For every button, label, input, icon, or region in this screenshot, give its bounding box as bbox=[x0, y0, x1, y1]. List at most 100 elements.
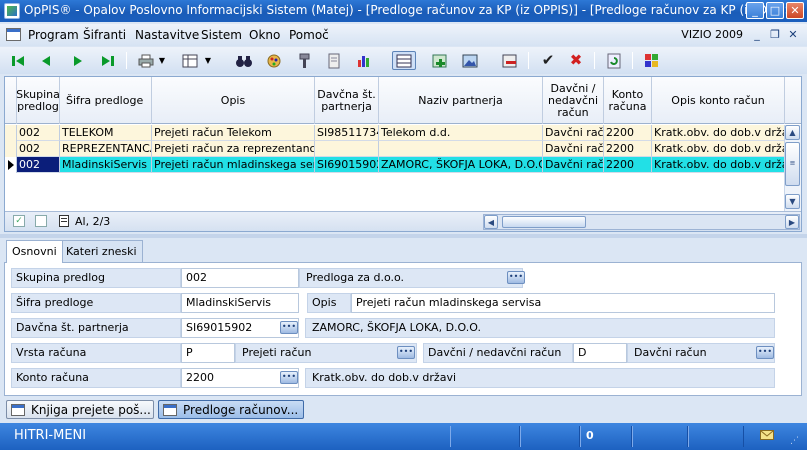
cell-davcni[interactable]: Davčni račun bbox=[543, 141, 604, 157]
cell-davcna[interactable] bbox=[315, 141, 379, 157]
cell-konto[interactable]: 2200 bbox=[604, 125, 652, 141]
columns-icon[interactable] bbox=[180, 51, 200, 70]
column-header-skupina[interactable]: Skupina predlog bbox=[16, 77, 60, 124]
cell-sifra[interactable]: REPREZENTANCA bbox=[60, 141, 152, 157]
horizontal-scroll-thumb[interactable] bbox=[502, 216, 586, 228]
cell-naziv[interactable]: Telekom d.d. bbox=[379, 125, 543, 141]
cell-davcna[interactable]: SI69015902 bbox=[315, 157, 379, 173]
columns-dropdown-icon[interactable]: ▼ bbox=[202, 51, 214, 70]
maximize-button[interactable]: □ bbox=[766, 2, 784, 19]
opis-input[interactable]: Prejeti račun mladinskega servisa bbox=[351, 293, 775, 313]
delete-record-icon[interactable] bbox=[500, 51, 520, 70]
cancel-icon[interactable]: ✖ bbox=[566, 51, 586, 70]
cell-opis-konto[interactable]: Kratk.obv. do dob.v državi bbox=[652, 125, 785, 141]
prev-record-icon[interactable] bbox=[36, 51, 56, 70]
last-record-icon[interactable] bbox=[98, 51, 118, 70]
scroll-up-button[interactable]: ▲ bbox=[785, 125, 800, 140]
print-dropdown-icon[interactable]: ▼ bbox=[156, 51, 168, 70]
menu-sistem[interactable]: Sistem bbox=[201, 28, 242, 42]
menu-pomoc[interactable]: Pomoč bbox=[289, 28, 329, 42]
scroll-left-button[interactable]: ◀ bbox=[484, 215, 498, 229]
konto-lookup-button[interactable]: ••• bbox=[280, 371, 298, 384]
vertical-scrollbar[interactable]: ▲ ≡ ▼ bbox=[784, 125, 801, 211]
cell-opis-konto[interactable]: Kratk.obv. do dob.v državi bbox=[652, 157, 785, 173]
first-record-icon[interactable] bbox=[8, 51, 28, 70]
add-record-icon[interactable] bbox=[430, 51, 450, 70]
column-header-opis[interactable]: Opis bbox=[152, 77, 315, 124]
check-all-icon[interactable]: ✓ bbox=[13, 215, 25, 227]
cell-davcni[interactable]: Davčni račun bbox=[543, 157, 604, 173]
cell-opis[interactable]: Prejeti račun za reprezentanco bbox=[152, 141, 315, 157]
mail-icon[interactable] bbox=[760, 430, 774, 440]
tab-kateri-zneski[interactable]: Kateri zneski bbox=[60, 240, 143, 262]
column-header-konto[interactable]: Konto računa bbox=[604, 77, 652, 124]
palette-icon[interactable] bbox=[642, 51, 662, 70]
column-header-sifra[interactable]: Šifra predloge bbox=[60, 77, 152, 124]
vrsta-lookup-button[interactable]: ••• bbox=[397, 346, 415, 359]
scroll-down-button[interactable]: ▼ bbox=[785, 194, 800, 209]
confirm-icon[interactable]: ✔ bbox=[538, 51, 558, 70]
column-header-opis-konto[interactable]: Opis konto račun bbox=[652, 77, 785, 124]
image-icon[interactable] bbox=[460, 51, 480, 70]
next-record-icon[interactable] bbox=[68, 51, 88, 70]
menu-program[interactable]: Program bbox=[28, 28, 79, 42]
quick-menu-label[interactable]: HITRI-MENI bbox=[14, 428, 86, 443]
child-close-button[interactable]: ✕ bbox=[786, 28, 800, 42]
column-header-davcni[interactable]: Davčni / nedavčni račun bbox=[543, 77, 604, 124]
row-header[interactable] bbox=[5, 125, 17, 141]
tab-osnovni[interactable]: Osnovni bbox=[6, 240, 63, 263]
document-icon[interactable] bbox=[324, 51, 344, 70]
close-button[interactable]: ✕ bbox=[786, 2, 804, 19]
binoculars-icon[interactable] bbox=[234, 51, 254, 70]
cell-skupina[interactable]: 002 bbox=[17, 141, 60, 157]
vrsta-input[interactable]: P bbox=[181, 343, 235, 363]
child-restore-button[interactable]: ❐ bbox=[768, 28, 782, 42]
row-pointer-icon[interactable] bbox=[5, 157, 17, 173]
cell-davcna[interactable]: SI98511734 bbox=[315, 125, 379, 141]
minimize-button[interactable]: _ bbox=[746, 2, 764, 19]
menu-nastavitve[interactable]: Nastavitve bbox=[135, 28, 199, 42]
menu-sifranti[interactable]: Šifranti bbox=[83, 28, 126, 42]
davcni-lookup-button[interactable]: ••• bbox=[756, 346, 774, 359]
horizontal-scrollbar[interactable]: ◀ ▶ bbox=[483, 214, 800, 230]
grid-view-icon[interactable] bbox=[392, 51, 416, 70]
child-minimize-button[interactable]: _ bbox=[750, 28, 764, 42]
tools-icon[interactable] bbox=[294, 51, 314, 70]
cell-sifra[interactable]: TELEKOM bbox=[60, 125, 152, 141]
window-menu-icon[interactable] bbox=[6, 28, 21, 41]
column-header-davcna[interactable]: Davčna št. partnerja bbox=[315, 77, 379, 124]
splitter[interactable] bbox=[0, 234, 807, 238]
sifra-input[interactable]: MladinskiServis bbox=[181, 293, 299, 313]
cell-davcni[interactable]: Davčni račun bbox=[543, 125, 604, 141]
cell-skupina[interactable]: 002 bbox=[17, 157, 60, 173]
cell-skupina[interactable]: 002 bbox=[17, 125, 60, 141]
cell-opis[interactable]: Prejeti račun mladinskega servisa bbox=[152, 157, 315, 173]
cell-sifra[interactable]: MladinskiServis bbox=[60, 157, 152, 173]
cell-opis[interactable]: Prejeti račun Telekom bbox=[152, 125, 315, 141]
scroll-thumb[interactable]: ≡ bbox=[785, 142, 800, 186]
column-header-naziv[interactable]: Naziv partnerja bbox=[379, 77, 543, 124]
table-row[interactable]: 002 TELEKOM Prejeti račun Telekom SI9851… bbox=[5, 125, 785, 141]
skupina-lookup-button[interactable]: ••• bbox=[507, 271, 525, 284]
print-icon[interactable] bbox=[136, 51, 156, 70]
cell-konto[interactable]: 2200 bbox=[604, 141, 652, 157]
chart-icon[interactable] bbox=[354, 51, 374, 70]
skupina-input[interactable]: 002 bbox=[181, 268, 299, 288]
window-tab-knjiga[interactable]: Knjiga prejete poš... bbox=[6, 400, 154, 419]
cell-naziv[interactable]: ZAMORC, ŠKOFJA LOKA, D.O.O. bbox=[379, 157, 543, 173]
cell-konto[interactable]: 2200 bbox=[604, 157, 652, 173]
davcna-lookup-button[interactable]: ••• bbox=[280, 321, 298, 334]
table-row[interactable]: 002 REPREZENTANCA Prejeti račun za repre… bbox=[5, 141, 785, 157]
resize-grip-icon[interactable]: ⋰ bbox=[790, 436, 799, 446]
uncheck-all-icon[interactable] bbox=[35, 215, 47, 227]
window-tab-predloge[interactable]: Predloge računov... bbox=[158, 400, 304, 419]
filter-icon[interactable] bbox=[264, 51, 284, 70]
davcni-input[interactable]: D bbox=[573, 343, 627, 363]
table-row-selected[interactable]: 002 MladinskiServis Prejeti račun mladin… bbox=[5, 157, 785, 173]
scroll-right-button[interactable]: ▶ bbox=[785, 215, 799, 229]
row-header[interactable] bbox=[5, 141, 17, 157]
cell-opis-konto[interactable]: Kratk.obv. do dob.v državi bbox=[652, 141, 785, 157]
refresh-icon[interactable] bbox=[604, 51, 624, 70]
cell-naziv[interactable] bbox=[379, 141, 543, 157]
menu-okno[interactable]: Okno bbox=[249, 28, 280, 42]
